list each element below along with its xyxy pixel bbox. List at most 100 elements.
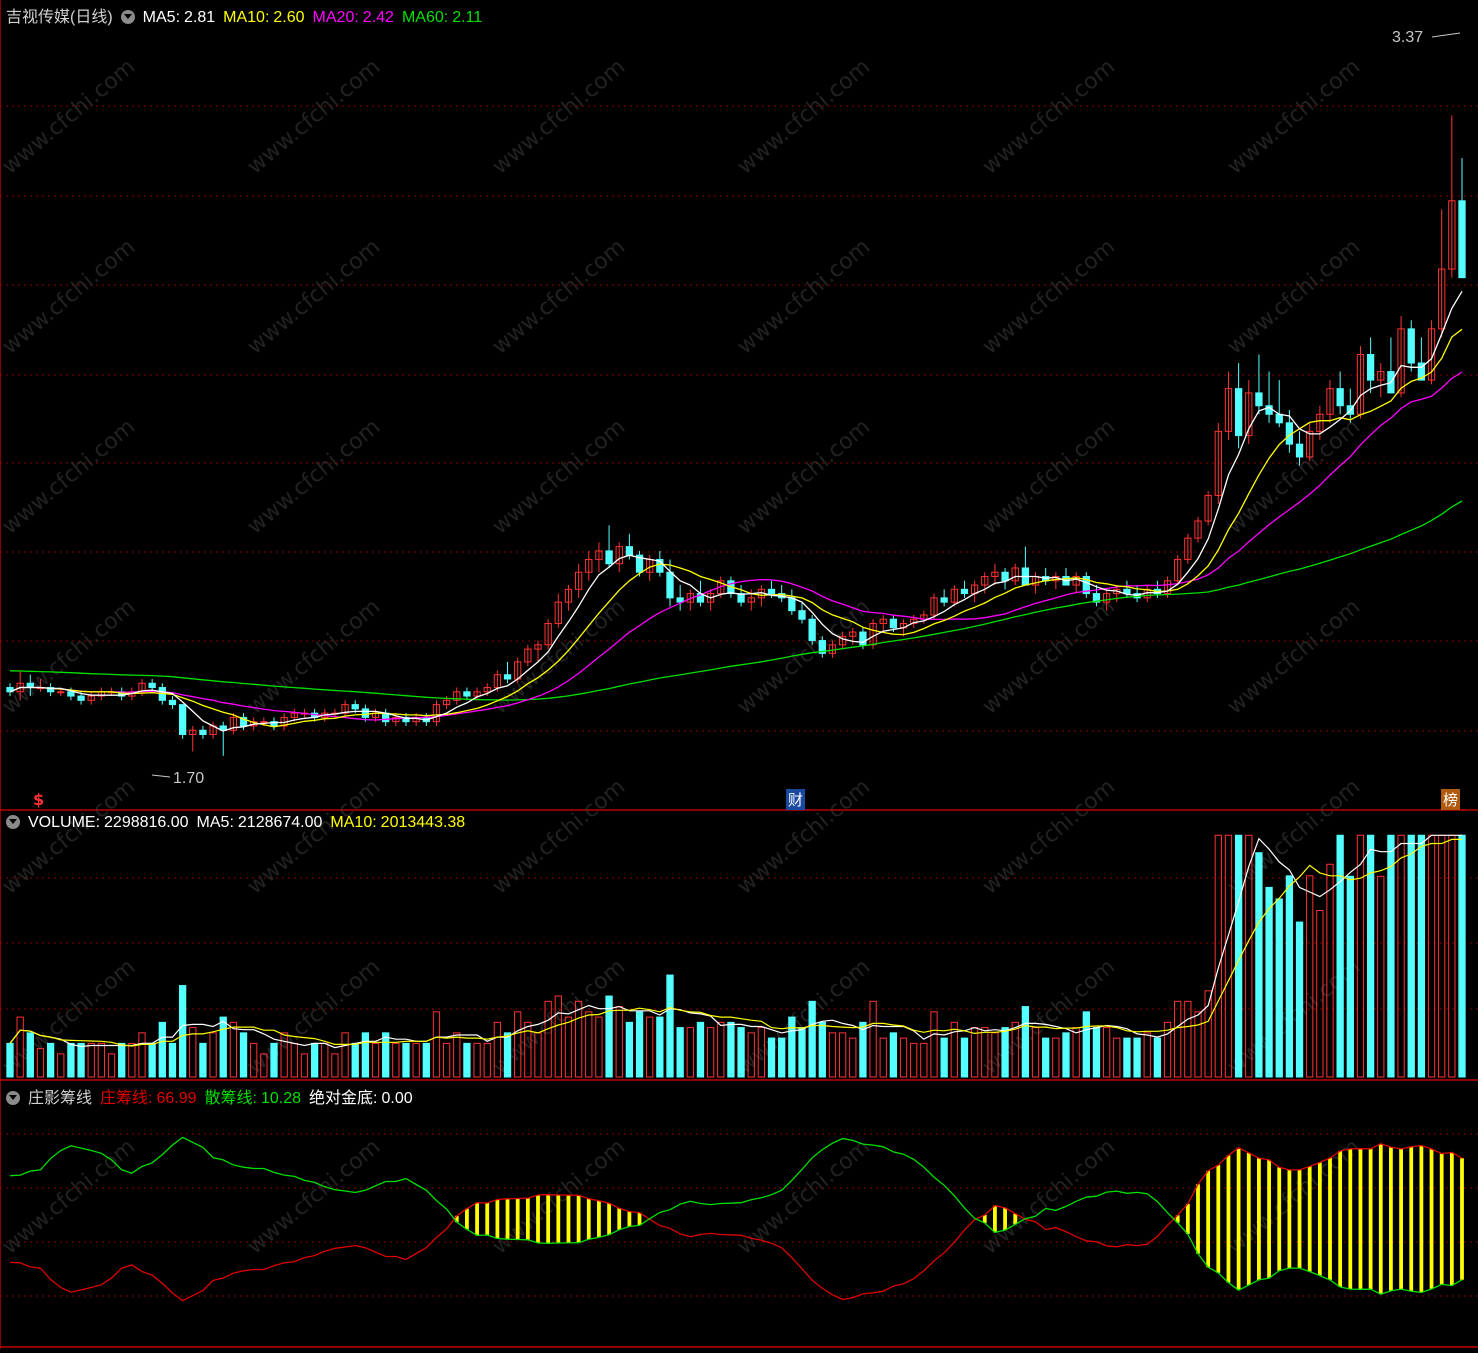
high-price-marker: 3.37 <box>1392 29 1424 46</box>
watermark-text: www.cfchi.com <box>243 774 385 899</box>
volume-bar <box>1377 875 1385 1078</box>
chart-svg: www.cfchi.com www.cfchi.com www.cfchi.com w… <box>0 0 1478 1349</box>
candle-body <box>503 674 512 680</box>
volume-bar <box>727 1021 735 1078</box>
candle-body <box>1123 588 1131 595</box>
volume-bar <box>1306 875 1314 1078</box>
zhuang-value: 66.99 <box>156 1090 197 1107</box>
candle-body <box>1001 571 1009 582</box>
volume-bar <box>910 1042 918 1078</box>
volume-bar <box>696 1021 705 1078</box>
volume-bar <box>209 1032 217 1078</box>
watermark-text: www.cfchi.com <box>1223 1134 1365 1259</box>
candle-body <box>1336 388 1344 407</box>
candle-body <box>625 546 634 556</box>
volume-bar <box>970 1027 979 1078</box>
candle-body <box>199 729 207 735</box>
volume-bar <box>46 1042 55 1078</box>
volume-bar <box>270 1042 278 1078</box>
candle-body <box>940 597 948 603</box>
volume-value: 2298816.00 <box>104 814 189 831</box>
volume-bar <box>1042 1037 1050 1078</box>
volume-bar <box>788 1016 796 1078</box>
indicator-title[interactable]: 庄影筹线 <box>28 1090 92 1107</box>
ranking-marker[interactable]: 榜 <box>1441 789 1461 810</box>
candle-body <box>767 588 776 595</box>
vol-ma10-label: MA10: <box>330 814 377 831</box>
volume-bar <box>1255 852 1263 1078</box>
volume-bar <box>371 1042 380 1078</box>
ma20-value: 2.42 <box>362 9 394 26</box>
volume-bar <box>930 1011 938 1078</box>
volume-bar <box>585 1011 593 1078</box>
volume-bar <box>158 1021 166 1078</box>
candle-body <box>178 704 187 735</box>
watermark-text: www.cfchi.com <box>488 414 630 539</box>
san-line <box>9 1136 1463 1295</box>
candle-body <box>57 691 65 694</box>
volume-bar <box>1174 1000 1182 1078</box>
ma10-value: 2.60 <box>273 9 305 26</box>
candle-body <box>666 571 674 599</box>
volume-bar <box>1092 1027 1101 1078</box>
watermark-text: www.cfchi.com <box>243 414 385 539</box>
finance-marker[interactable]: 财 <box>786 789 806 810</box>
volume-bar <box>382 1032 390 1078</box>
low-price-marker: 1.70 <box>173 770 205 787</box>
volume-bar <box>737 1027 745 1078</box>
watermark-text: www.cfchi.com <box>978 1134 1120 1259</box>
volume-bar <box>107 1053 116 1078</box>
volume-bar <box>412 1042 420 1078</box>
volume-bar <box>646 1016 654 1078</box>
volume-bar <box>1417 834 1426 1078</box>
dropdown-icon[interactable] <box>120 10 135 24</box>
ma60-label: MA60: <box>401 9 449 26</box>
volume-bar <box>178 985 187 1078</box>
dropdown-icon[interactable] <box>6 815 20 829</box>
san-label: 散筹线: <box>204 1090 257 1107</box>
volume-bar <box>615 1006 623 1078</box>
gold-value: 0.00 <box>381 1090 413 1107</box>
volume-bar <box>1184 1000 1192 1078</box>
volume-bar <box>1346 875 1354 1078</box>
volume-bar <box>229 1021 238 1078</box>
volume-bar <box>1295 921 1304 1078</box>
volume-bar <box>828 1032 837 1078</box>
dropdown-icon[interactable] <box>6 1091 20 1105</box>
volume-bar <box>676 1027 684 1078</box>
watermark-text: www.cfchi.com <box>0 594 140 719</box>
volume-bar <box>118 1042 126 1078</box>
volume-bar <box>889 1032 898 1078</box>
candle-body <box>260 721 268 724</box>
volume-bar <box>808 1000 816 1078</box>
volume-bar <box>26 1032 34 1078</box>
volume-bar <box>402 1042 410 1078</box>
watermark-text: www.cfchi.com <box>243 234 385 359</box>
watermark-text: www.cfchi.com <box>0 1134 140 1259</box>
volume-bar <box>767 1037 776 1078</box>
volume-bar <box>595 1016 603 1078</box>
ma10-label: MA10: <box>223 9 270 26</box>
watermark-text: www.cfchi.com <box>1223 234 1365 359</box>
candle-body <box>808 618 816 642</box>
dollar-marker[interactable]: $ <box>33 790 44 809</box>
volume-bar <box>717 1021 725 1078</box>
volume-bar <box>1194 1011 1202 1078</box>
stock-title[interactable]: 吉视传媒(日线) <box>6 9 113 26</box>
volume-bar <box>331 1053 339 1078</box>
volume-bar <box>239 1032 248 1078</box>
volume-bar <box>351 1042 359 1078</box>
volume-bar <box>168 1042 177 1078</box>
watermark-text: www.cfchi.com <box>243 1134 385 1259</box>
volume-bar <box>1001 1027 1009 1078</box>
candle-body <box>77 695 85 701</box>
candle-body <box>889 618 898 629</box>
candle-body <box>148 682 156 689</box>
volume-bar <box>1082 1011 1090 1078</box>
volume-bar <box>128 1042 136 1078</box>
volume-bar <box>950 1021 958 1078</box>
volume-bar <box>219 1016 227 1078</box>
volume-bar <box>300 1053 309 1078</box>
volume-bar <box>6 1042 14 1078</box>
volume-bar <box>1366 834 1375 1078</box>
